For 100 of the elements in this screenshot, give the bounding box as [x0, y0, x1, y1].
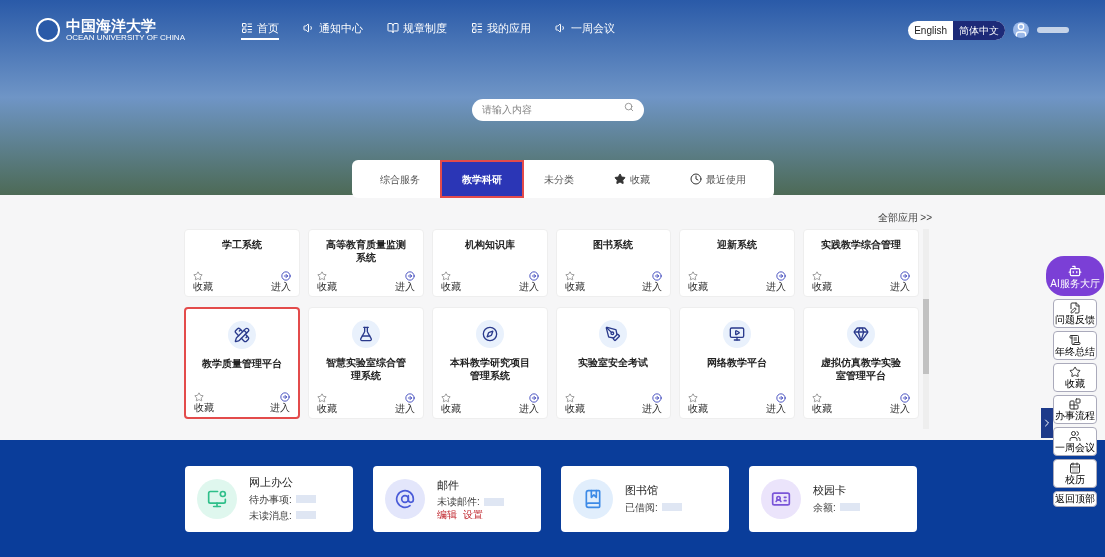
enter-button[interactable]: 进入: [518, 393, 539, 414]
side-shortcut[interactable]: 年终总结: [1053, 331, 1097, 360]
quick-card[interactable]: 邮件 未读邮件: 编辑 设置: [373, 465, 541, 532]
redacted-value: [839, 503, 860, 512]
process-icon: [1069, 398, 1081, 410]
app-name: 机构知识库: [463, 238, 516, 251]
star-icon: [564, 271, 575, 281]
enter-icon: [528, 393, 539, 403]
nav-link[interactable]: 我的应用: [471, 19, 531, 41]
enter-button[interactable]: 进入: [890, 393, 910, 414]
favorite-button[interactable]: 收藏: [564, 271, 585, 292]
app-card[interactable]: 实践教学综合管理 收藏 进入: [803, 229, 919, 297]
favorite-button[interactable]: 收藏: [688, 393, 709, 414]
sidebar-toggle[interactable]: [1041, 408, 1053, 438]
favorite-button[interactable]: 收藏: [812, 271, 833, 292]
favorite-button[interactable]: 收藏: [812, 393, 833, 414]
app-card[interactable]: 学工系统 收藏 进入: [184, 229, 300, 297]
enter-icon: [652, 393, 663, 403]
favorite-button[interactable]: 收藏: [440, 271, 461, 292]
redacted-value: [483, 497, 504, 506]
enter-icon: [280, 271, 291, 281]
nav-link[interactable]: 一周会议: [555, 19, 615, 41]
star-icon: [564, 393, 575, 403]
app-card[interactable]: 实验室安全考试 收藏 进入: [555, 307, 672, 419]
favorite-button[interactable]: 收藏: [194, 392, 214, 413]
side-shortcut[interactable]: 校历: [1053, 459, 1097, 488]
app-card[interactable]: 网络教学平台 收藏 进入: [679, 307, 796, 419]
redacted-value: [661, 503, 682, 512]
category-tab[interactable]: 收藏: [593, 160, 670, 198]
star-icon: [440, 393, 451, 403]
category-tab[interactable]: 综合服务: [359, 160, 440, 198]
favorite-button[interactable]: 收藏: [193, 271, 213, 292]
back-to-top-button[interactable]: 返回顶部: [1053, 491, 1097, 507]
app-card[interactable]: 虚拟仿真教学实验室管理平台 收藏 进入: [803, 307, 919, 419]
favorite-button[interactable]: 收藏: [440, 393, 461, 414]
quick-card-title: 图书馆: [625, 483, 659, 499]
favorite-button[interactable]: 收藏: [564, 393, 585, 414]
quick-card[interactable]: 网上办公 待办事项: 未读消息:: [185, 465, 353, 532]
quick-card[interactable]: 图书馆 已借阅:: [561, 465, 729, 532]
enter-button[interactable]: 进入: [766, 271, 787, 292]
enter-button[interactable]: 进入: [394, 271, 415, 292]
side-shortcut[interactable]: 一周会议: [1053, 427, 1097, 456]
app-name: 虚拟仿真教学实验室管理平台: [820, 356, 903, 382]
enter-button[interactable]: 进入: [269, 392, 290, 413]
scrollbar[interactable]: [923, 229, 929, 429]
category-tab[interactable]: 教学科研: [439, 160, 524, 198]
app-card[interactable]: 机构知识库 收藏 进入: [431, 229, 548, 297]
mail-action-link[interactable]: 设置: [463, 510, 483, 521]
all-apps-link[interactable]: 全部应用 >>: [877, 210, 932, 225]
mail-action-link[interactable]: 编辑: [437, 510, 457, 521]
search-field[interactable]: 请输入内容: [471, 98, 644, 121]
app-card[interactable]: 本科教学研究项目管理系统 收藏 进入: [431, 307, 548, 419]
ai-assistant-button[interactable]: AI服务大厅: [1046, 256, 1104, 296]
nav-icon: [555, 22, 567, 34]
meeting-icon: [1069, 430, 1081, 442]
enter-button[interactable]: 进入: [518, 271, 539, 292]
enter-button[interactable]: 进入: [642, 271, 663, 292]
enter-button[interactable]: 进入: [890, 271, 910, 292]
enter-button[interactable]: 进入: [270, 271, 291, 292]
star-icon: [316, 271, 327, 281]
compass-icon: [481, 326, 498, 342]
nav-link[interactable]: 首页: [241, 19, 279, 41]
app-name: 学工系统: [220, 238, 263, 251]
app-name: 教学质量管理平台: [200, 357, 283, 370]
side-shortcut[interactable]: 收藏: [1053, 363, 1097, 392]
ruler-icon: [233, 327, 250, 343]
app-card[interactable]: 教学质量管理平台 收藏 进入: [184, 307, 300, 419]
language-option[interactable]: 简体中文: [953, 20, 1005, 40]
enter-button[interactable]: 进入: [394, 393, 415, 414]
quick-card-stat: 余额:: [813, 500, 836, 515]
user-avatar-icon[interactable]: [1013, 22, 1029, 38]
category-tab[interactable]: 未分类: [523, 160, 594, 198]
quick-card[interactable]: 校园卡 余额:: [749, 465, 917, 532]
flask-icon: [357, 326, 374, 342]
favorite-button[interactable]: 收藏: [316, 393, 337, 414]
star-icon: [194, 392, 204, 402]
favorite-button[interactable]: 收藏: [688, 271, 709, 292]
app-name: 图书系统: [592, 238, 635, 251]
app-name: 实验室安全考试: [577, 356, 650, 369]
nav-icon: [387, 22, 399, 34]
quick-card-stat: 待办事项:: [249, 492, 292, 507]
quick-card-title: 校园卡: [813, 483, 847, 499]
app-card[interactable]: 智慧实验室综合管理系统 收藏 进入: [307, 307, 424, 419]
app-card[interactable]: 高等教育质量监测系统 收藏 进入: [307, 229, 424, 297]
clock-icon: [689, 173, 702, 185]
app-card[interactable]: 迎新系统 收藏 进入: [679, 229, 796, 297]
category-tab[interactable]: 最近使用: [669, 160, 766, 198]
favorite-button[interactable]: 收藏: [316, 271, 337, 292]
side-shortcut[interactable]: 问题反馈: [1053, 299, 1097, 328]
star-icon: [440, 271, 451, 281]
side-shortcut[interactable]: 办事流程: [1053, 395, 1097, 424]
app-card[interactable]: 图书系统 收藏 进入: [555, 229, 672, 297]
language-option[interactable]: English: [908, 20, 953, 40]
nav-link[interactable]: 通知中心: [303, 19, 363, 41]
enter-button[interactable]: 进入: [642, 393, 663, 414]
app-name: 网络教学平台: [706, 356, 769, 369]
nav-link[interactable]: 规章制度: [387, 19, 447, 41]
app-name: 实践教学综合管理: [820, 238, 903, 251]
app-name: 高等教育质量监测系统: [324, 238, 407, 264]
enter-button[interactable]: 进入: [766, 393, 787, 414]
